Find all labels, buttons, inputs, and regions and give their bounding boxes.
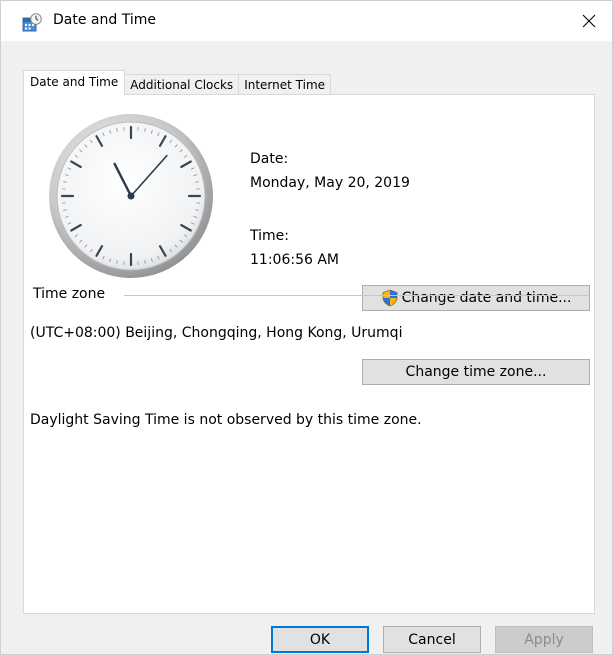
dialog-client-area: Date and Time Additional Clocks Internet… — [1, 41, 612, 654]
date-value: Monday, May 20, 2019 — [250, 175, 410, 191]
apply-button[interactable]: Apply — [495, 626, 593, 653]
date-label: Date: — [250, 151, 289, 167]
time-zone-group-label: Time zone — [30, 286, 112, 302]
dst-note: Daylight Saving Time is not observed by … — [30, 412, 422, 428]
change-date-and-time-button[interactable]: Change date and time... — [362, 285, 590, 311]
change-date-and-time-label: Change date and time... — [401, 290, 572, 306]
close-icon — [582, 14, 596, 28]
title-bar[interactable]: Date and Time — [1, 1, 612, 41]
time-zone-group-divider — [124, 295, 590, 296]
time-label: Time: — [250, 228, 289, 244]
tab-panel-date-and-time: Date: Monday, May 20, 2019 Time: 11:06:5… — [23, 94, 595, 614]
uac-shield-icon — [382, 289, 397, 307]
tab-internet-time[interactable]: Internet Time — [238, 74, 332, 95]
tab-strip: Date and Time Additional Clocks Internet… — [23, 70, 332, 95]
analog-clock-icon — [49, 114, 213, 278]
time-zone-value: (UTC+08:00) Beijing, Chongqing, Hong Kon… — [30, 325, 403, 341]
close-button[interactable] — [566, 1, 612, 41]
cancel-button[interactable]: Cancel — [383, 626, 481, 653]
datetime-app-icon — [22, 13, 42, 32]
ok-button[interactable]: OK — [271, 626, 369, 653]
tab-date-and-time[interactable]: Date and Time — [23, 70, 126, 95]
window-title: Date and Time — [53, 12, 156, 28]
change-time-zone-button[interactable]: Change time zone... — [362, 359, 590, 385]
tab-additional-clocks[interactable]: Additional Clocks — [124, 74, 240, 95]
date-time-dialog: Date and Time Date and Time Additional C… — [0, 0, 613, 655]
time-value: 11:06:56 AM — [250, 252, 339, 268]
